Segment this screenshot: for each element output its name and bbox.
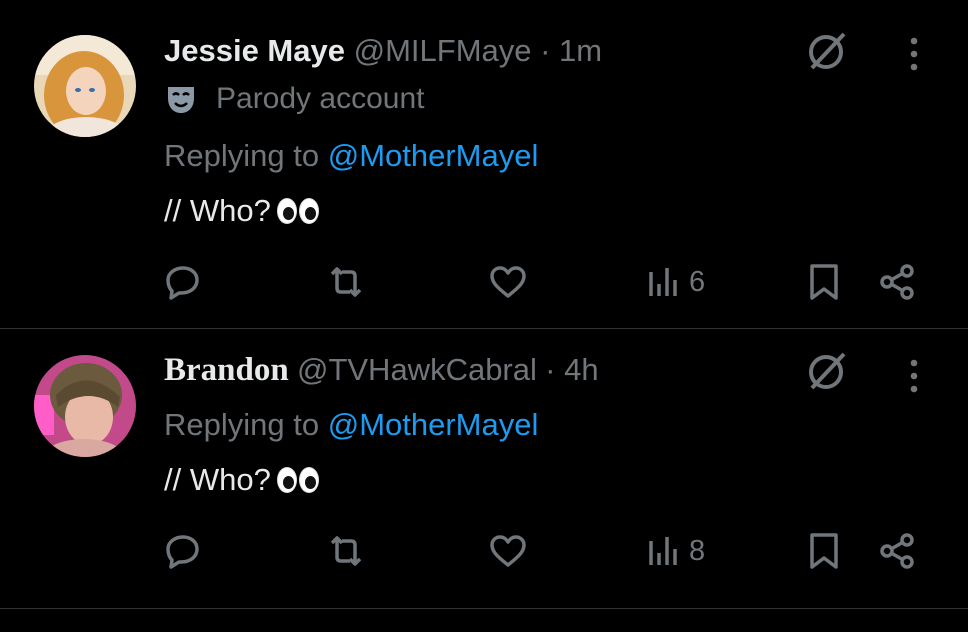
grok-icon[interactable] xyxy=(804,28,850,74)
timestamp[interactable]: · 1m xyxy=(540,33,602,68)
handle[interactable]: @MILFMaye xyxy=(354,33,532,68)
mention-link[interactable]: @MotherMayel xyxy=(328,138,539,173)
reply-button[interactable] xyxy=(163,260,203,304)
replying-prefix: Replying to xyxy=(164,407,328,442)
views-button[interactable]: 8 xyxy=(643,529,705,573)
share-button[interactable] xyxy=(878,529,918,573)
avatar[interactable] xyxy=(34,355,136,457)
like-icon xyxy=(490,266,526,298)
views-count: 8 xyxy=(689,534,706,567)
replying-to: Replying to @MotherMayel xyxy=(164,407,538,443)
display-name[interactable]: Brandon xyxy=(164,352,289,388)
grok-icon[interactable] xyxy=(804,348,850,394)
bookmark-icon xyxy=(810,533,838,569)
bookmark-button[interactable] xyxy=(804,260,844,304)
parody-text: Parody account xyxy=(216,82,425,115)
display-name[interactable]: Jessie Maye xyxy=(164,33,345,68)
like-icon xyxy=(490,535,526,567)
action-bar: 8 xyxy=(0,529,968,573)
views-button[interactable]: 6 xyxy=(643,260,705,304)
retweet-button[interactable] xyxy=(326,260,366,304)
tweet-text: // Who? xyxy=(164,462,319,498)
more-icon[interactable] xyxy=(902,34,926,74)
share-button[interactable] xyxy=(878,260,918,304)
tweet[interactable]: Jessie Maye @MILFMaye · 1m Parody accoun… xyxy=(0,0,968,329)
eyes-emoji xyxy=(276,198,319,224)
bookmark-button[interactable] xyxy=(804,529,844,573)
handle[interactable]: @TVHawkCabral xyxy=(297,352,537,387)
share-icon xyxy=(880,533,914,569)
timestamp[interactable]: · 4h xyxy=(545,352,598,387)
reply-icon xyxy=(166,266,199,300)
tweet-text: // Who? xyxy=(164,193,319,229)
like-button[interactable] xyxy=(488,529,528,573)
mention-link[interactable]: @MotherMayel xyxy=(328,407,539,442)
bookmark-icon xyxy=(810,264,838,300)
author-line: Brandon @TVHawkCabral · 4h xyxy=(164,352,599,389)
parody-mask-icon xyxy=(168,87,194,113)
action-bar: 6 xyxy=(0,260,968,304)
author-line: Jessie Maye @MILFMaye · 1m xyxy=(164,33,602,69)
like-button[interactable] xyxy=(488,260,528,304)
avatar[interactable] xyxy=(34,35,136,137)
share-icon xyxy=(880,264,914,300)
retweet-icon xyxy=(330,536,362,566)
parody-label: Parody account xyxy=(164,82,424,116)
more-icon[interactable] xyxy=(902,356,926,396)
retweet-icon xyxy=(330,267,362,297)
replying-to: Replying to @MotherMayel xyxy=(164,138,538,174)
reply-icon xyxy=(166,535,199,569)
reply-button[interactable] xyxy=(163,529,203,573)
replying-prefix: Replying to xyxy=(164,138,328,173)
eyes-emoji xyxy=(276,467,319,493)
views-count: 6 xyxy=(689,265,706,298)
views-icon xyxy=(649,537,677,565)
retweet-button[interactable] xyxy=(326,529,366,573)
tweet-body: // Who? xyxy=(164,462,271,497)
tweet[interactable]: Brandon @TVHawkCabral · 4h Replying to @… xyxy=(0,329,968,609)
views-icon xyxy=(649,268,677,296)
tweet-body: // Who? xyxy=(164,193,271,228)
